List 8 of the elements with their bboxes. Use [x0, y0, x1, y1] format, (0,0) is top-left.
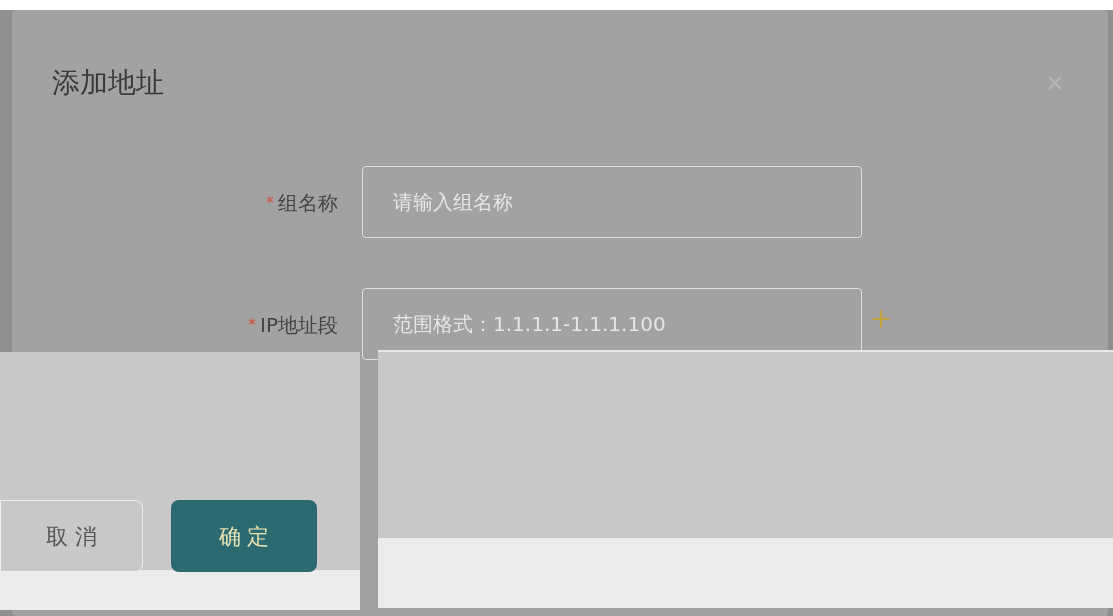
required-asterisk: *	[248, 314, 257, 336]
field-label: IP地址段	[260, 312, 338, 339]
field-label: 组名称	[278, 190, 338, 217]
confirm-button[interactable]: 确 定	[171, 500, 317, 572]
required-asterisk: *	[266, 192, 274, 214]
text-field[interactable]: 请输入组名称	[362, 166, 862, 238]
cancel-button[interactable]: 取 消	[0, 500, 143, 572]
dialog-title: 添加地址	[52, 65, 164, 101]
